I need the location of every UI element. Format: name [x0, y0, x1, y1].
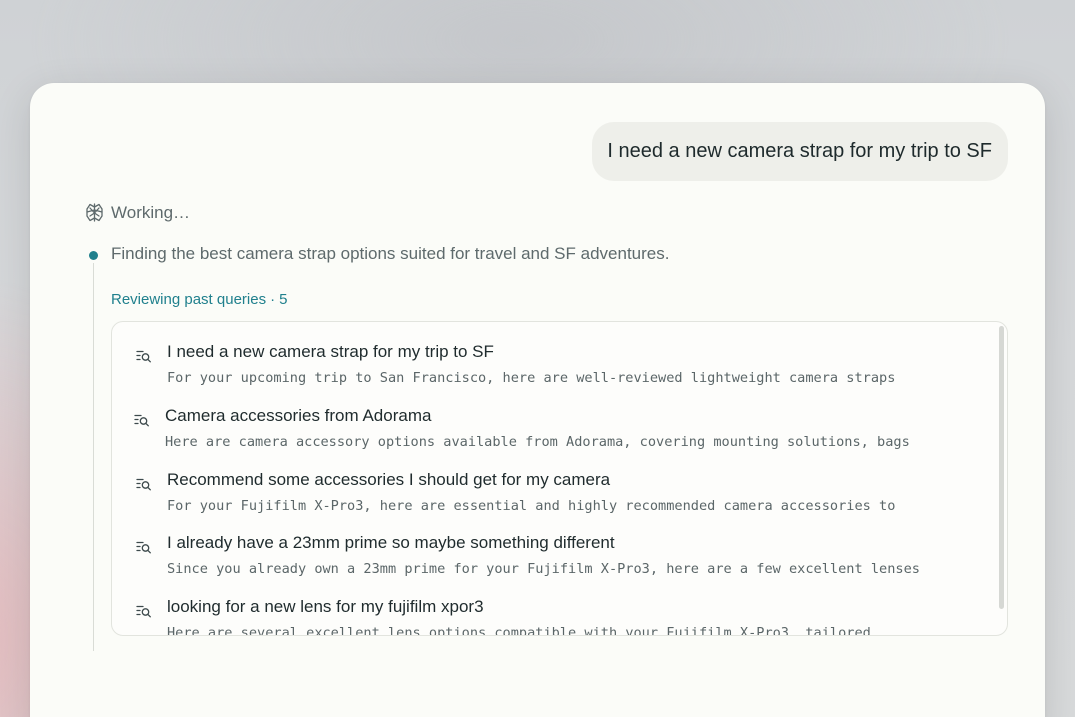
past-query-item[interactable]: looking for a new lens for my fujifilm x…	[112, 595, 972, 636]
scrollbar[interactable]	[999, 326, 1004, 609]
working-label: Working…	[111, 202, 191, 222]
step-timeline-line	[93, 263, 94, 651]
reviewing-label: Reviewing past queries	[111, 291, 267, 308]
step-indicator-dot	[89, 251, 98, 260]
past-query-title: Camera accessories from Adorama	[165, 406, 432, 425]
past-query-snippet: For your upcoming trip to San Francisco,…	[167, 370, 896, 386]
past-query-item[interactable]: Recommend some accessories I should get …	[112, 468, 972, 528]
search-list-icon	[136, 477, 152, 491]
user-message-bubble: I need a new camera strap for my trip to…	[592, 122, 1008, 181]
working-status: Working…	[84, 202, 190, 223]
past-query-item[interactable]: Camera accessories from Adorama Here are…	[112, 404, 972, 464]
past-query-item[interactable]: I need a new camera strap for my trip to…	[112, 340, 972, 400]
search-list-icon	[136, 604, 152, 618]
past-queries-list[interactable]: I need a new camera strap for my trip to…	[111, 321, 1008, 636]
past-query-item[interactable]: I already have a 23mm prime so maybe som…	[112, 531, 972, 591]
reviewing-separator: ·	[270, 291, 276, 308]
past-query-snippet: Here are camera accessory options availa…	[165, 434, 910, 450]
sparkle-brain-icon	[84, 202, 105, 223]
reviewing-count: 5	[279, 291, 288, 308]
search-list-icon	[136, 540, 152, 554]
user-message-text: I need a new camera strap for my trip to…	[607, 140, 992, 162]
past-query-snippet: Here are several excellent lens options …	[167, 625, 871, 636]
past-query-title: Recommend some accessories I should get …	[167, 470, 611, 489]
past-query-title: I already have a 23mm prime so maybe som…	[167, 533, 615, 552]
chat-panel: I need a new camera strap for my trip to…	[30, 83, 1045, 717]
past-query-title: I need a new camera strap for my trip to…	[167, 342, 494, 361]
search-list-icon	[136, 349, 152, 363]
reviewing-queries-toggle[interactable]: Reviewing past queries · 5	[111, 291, 287, 308]
search-list-icon	[134, 413, 150, 427]
past-query-snippet: Since you already own a 23mm prime for y…	[167, 561, 920, 577]
past-query-title: looking for a new lens for my fujifilm x…	[167, 597, 484, 616]
past-query-snippet: For your Fujifilm X-Pro3, here are essen…	[167, 498, 896, 514]
step-description: Finding the best camera strap options su…	[111, 244, 670, 263]
